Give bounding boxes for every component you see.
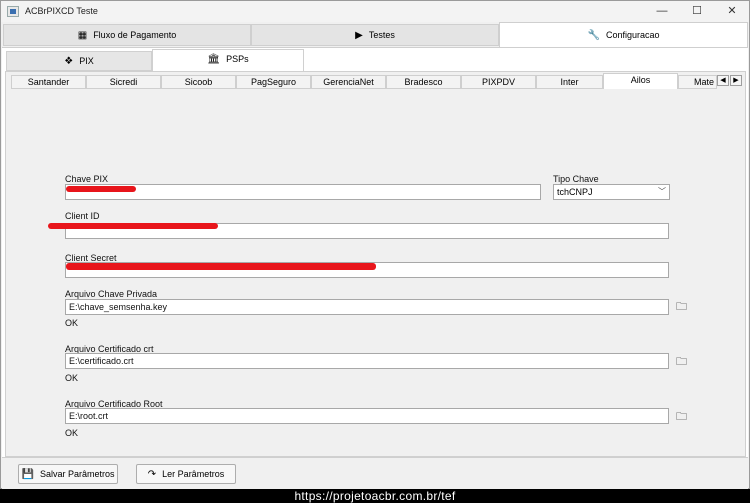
chevron-down-icon: ﹀ xyxy=(658,187,666,196)
tab-pix[interactable]: ❖ PIX xyxy=(6,51,152,71)
ler-parametros-button[interactable]: ↷ Ler Parâmetros xyxy=(136,464,236,484)
arquivo-certificado-status: OK xyxy=(65,373,79,383)
arquivo-certificado-crt-input[interactable]: E:\certificado.crt xyxy=(65,353,669,369)
arquivo-certificado-root-input[interactable]: E:\root.crt xyxy=(65,408,669,424)
bank-tab-bradesco[interactable]: Bradesco xyxy=(386,75,461,89)
bank-tab-sicoob[interactable]: Sicoob xyxy=(161,75,236,89)
redaction-mark xyxy=(66,186,136,192)
footer-bar: 💾 Salvar Parâmetros ↷ Ler Parâmetros xyxy=(2,457,748,489)
salvar-parametros-button[interactable]: 💾 Salvar Parâmetros xyxy=(18,464,118,484)
pix-icon: ❖ xyxy=(64,56,74,68)
tipo-chave-select[interactable]: tchCNPJ ﹀ xyxy=(553,184,670,200)
redaction-mark xyxy=(48,223,218,229)
client-id-label: Client ID xyxy=(65,211,100,221)
psps-page: Santander Sicredi Sicoob PagSeguro Geren… xyxy=(5,71,746,457)
bank-icon: 🏛 xyxy=(207,54,221,66)
wrench-icon: 🔧 xyxy=(587,29,600,41)
arquivo-chave-status: OK xyxy=(65,318,79,328)
tipo-chave-label: Tipo Chave xyxy=(553,174,599,184)
folder-open-icon[interactable]: 🗀 xyxy=(676,302,688,313)
title-bar[interactable]: ACBrPIXCD Teste — ☐ ✕ xyxy=(1,1,749,22)
window-title: ACBrPIXCD Teste xyxy=(25,6,98,16)
bank-tab-santander[interactable]: Santander xyxy=(11,75,86,89)
maximize-button[interactable]: ☐ xyxy=(680,1,714,22)
tab-fluxo-de-pagamento[interactable]: ▦ Fluxo de Pagamento xyxy=(3,24,251,46)
chave-pix-input[interactable] xyxy=(65,184,541,200)
tab-scroll-arrows: ◀ ▶ xyxy=(717,75,743,86)
tab-psps[interactable]: 🏛 PSPs xyxy=(152,49,304,71)
bank-tab-gerencianet[interactable]: GerenciaNet xyxy=(311,75,386,89)
arquivo-chave-privada-label: Arquivo Chave Privada xyxy=(65,289,158,299)
save-icon: 💾 xyxy=(21,468,34,480)
arquivo-root-status: OK xyxy=(65,428,79,438)
tab-testes[interactable]: ▶ Testes xyxy=(251,24,499,46)
minimize-button[interactable]: — xyxy=(645,1,679,22)
redaction-mark xyxy=(66,263,376,270)
watermark-url: https://projetoacbr.com.br/tef xyxy=(0,489,750,503)
tipo-chave-value: tchCNPJ xyxy=(557,187,593,197)
tab-configuracao[interactable]: 🔧 Configuracao xyxy=(499,22,748,47)
tab-scroll-right-button[interactable]: ▶ xyxy=(730,75,742,86)
chave-pix-label: Chave PIX xyxy=(65,174,109,184)
bank-tab-sicredi[interactable]: Sicredi xyxy=(86,75,161,89)
close-button[interactable]: ✕ xyxy=(715,1,749,22)
play-icon: ▶ xyxy=(355,29,363,41)
main-window: ACBrPIXCD Teste — ☐ ✕ ▦ Fluxo de Pagament… xyxy=(0,0,750,489)
bank-tab-pixpdv[interactable]: PIXPDV xyxy=(461,75,536,89)
bank-tab-pagseguro[interactable]: PagSeguro xyxy=(236,75,311,89)
bank-tab-mate[interactable]: Mate xyxy=(678,75,717,89)
folder-open-icon[interactable]: 🗀 xyxy=(676,357,688,368)
redo-icon: ↷ xyxy=(147,468,157,480)
app-icon xyxy=(7,6,19,17)
main-tab-strip: ▦ Fluxo de Pagamento ▶ Testes 🔧 Configuraca… xyxy=(2,22,748,47)
tab-scroll-left-button[interactable]: ◀ xyxy=(717,75,729,86)
folder-open-icon[interactable]: 🗀 xyxy=(676,412,688,423)
configuracao-panel: ❖ PIX 🏛 PSPs Santander Sicredi Sicoob PagS… xyxy=(2,47,748,457)
bank-tab-ailos[interactable]: Ailos xyxy=(603,73,678,89)
ailos-config-form: Chave PIX Tipo Chave tchCNPJ ﹀ Client ID… xyxy=(10,89,743,453)
bank-tab-inter[interactable]: Inter xyxy=(536,75,603,89)
qr-code-icon: ▦ xyxy=(77,29,88,41)
arquivo-chave-privada-input[interactable]: E:\chave_semsenha.key xyxy=(65,299,669,315)
